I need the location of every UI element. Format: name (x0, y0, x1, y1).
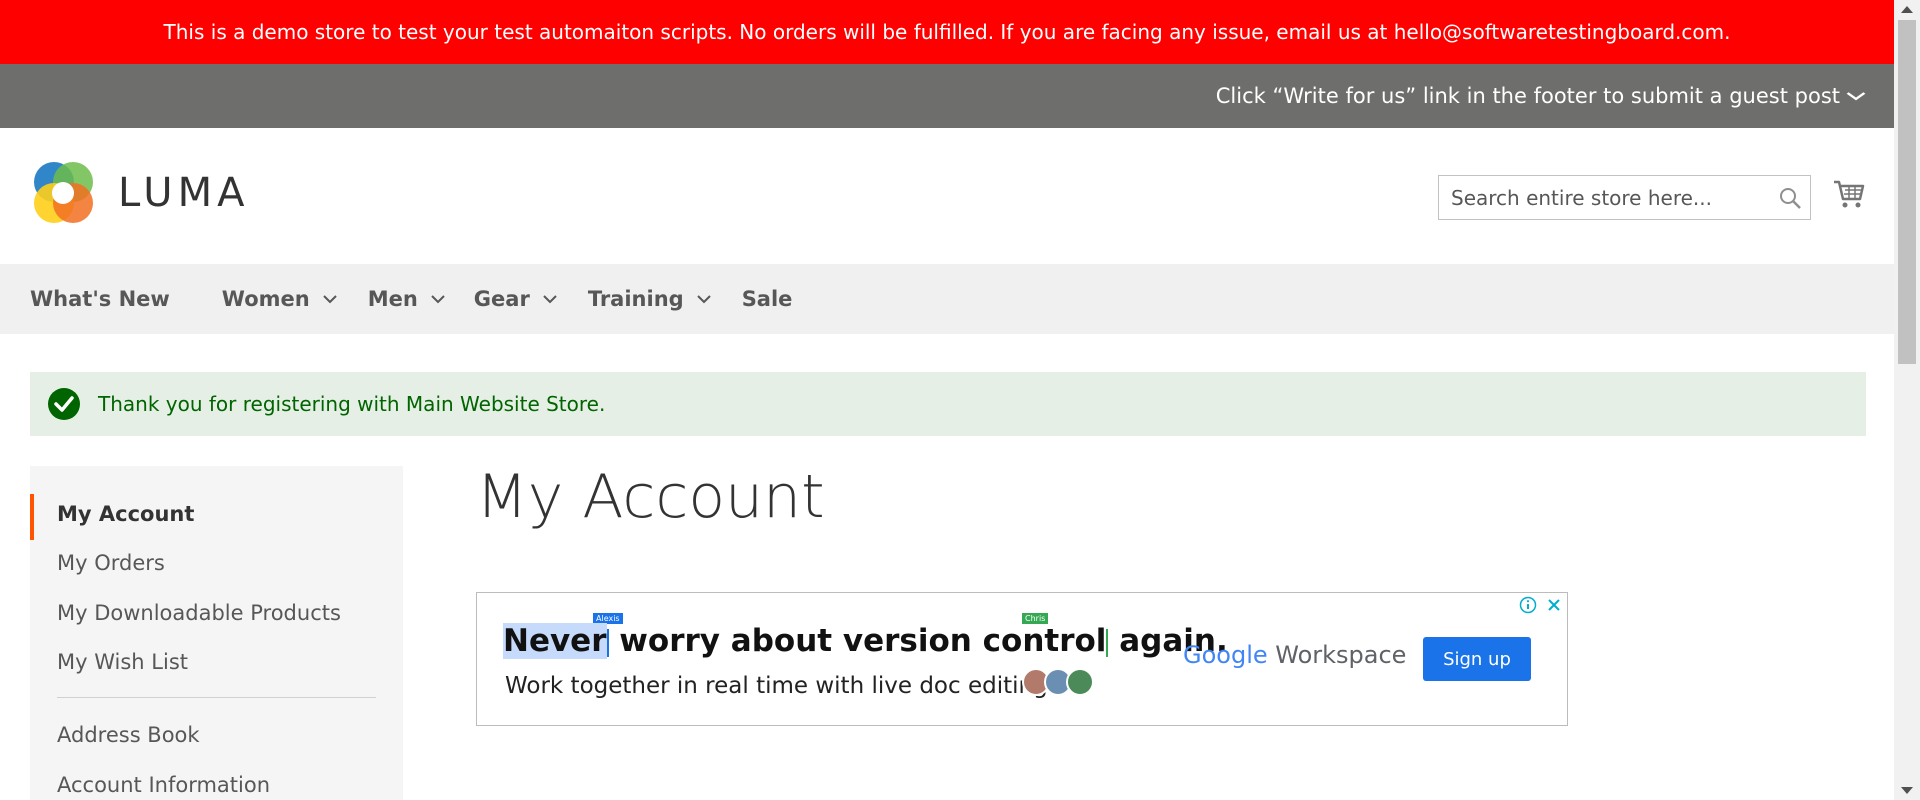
chevron-down-icon (543, 295, 557, 304)
chevron-down-icon[interactable] (1845, 91, 1867, 101)
search-box[interactable] (1438, 175, 1811, 220)
main-nav: What's New Women Men Gear Training Sale (0, 264, 1894, 334)
nav-label[interactable]: Sale (742, 287, 793, 311)
sidebar-item-wish-list[interactable]: My Wish List (57, 650, 188, 674)
message-text: Thank you for registering with Main Webs… (98, 392, 606, 416)
nav-item-training[interactable]: Training (588, 287, 712, 311)
ad-headline-rest: worry about version control (608, 623, 1107, 659)
nav-label[interactable]: Men (368, 287, 418, 311)
chevron-down-icon (322, 295, 337, 304)
nav-item-women[interactable]: Women (222, 287, 338, 311)
promo-bar[interactable]: Click “Write for us” link in the footer … (0, 64, 1894, 128)
success-message: Thank you for registering with Main Webs… (30, 372, 1866, 436)
nav-label[interactable]: Women (222, 287, 310, 311)
chevron-down-icon (431, 295, 445, 304)
ad-headline-highlight: Never (503, 623, 607, 659)
google-workspace-logo[interactable]: Google Workspace (1183, 641, 1406, 669)
nav-label[interactable]: Gear (474, 287, 530, 311)
ad-avatars (1022, 668, 1094, 696)
cart-icon[interactable] (1832, 177, 1866, 211)
demo-store-banner: This is a demo store to test your test a… (0, 0, 1894, 64)
scroll-down-arrow-icon[interactable] (1901, 787, 1913, 794)
vertical-scrollbar[interactable] (1894, 0, 1920, 800)
sign-up-button[interactable]: Sign up (1423, 637, 1531, 681)
ad-banner[interactable]: Alexis Chris Never worry about version c… (476, 592, 1568, 726)
page: This is a demo store to test your test a… (0, 0, 1894, 800)
sidebar-item-account-information[interactable]: Account Information (57, 773, 270, 797)
avatar (1066, 668, 1094, 696)
ad-close-icon[interactable] (1545, 596, 1563, 614)
site-header: LUMA (0, 128, 1894, 264)
account-sidebar: My Account My Orders My Downloadable Pro… (30, 466, 403, 800)
demo-banner-text: This is a demo store to test your test a… (163, 20, 1731, 44)
google-wordmark: Google (1183, 641, 1268, 669)
scrollbar-thumb[interactable] (1898, 20, 1916, 364)
ad-headline[interactable]: Never worry about version control again. (503, 623, 1228, 659)
nav-item-sale[interactable]: Sale (742, 287, 793, 311)
nav-label[interactable]: What's New (30, 287, 170, 311)
chevron-down-icon (696, 295, 711, 304)
logo-link[interactable]: LUMA (30, 160, 249, 226)
sidebar-item-downloadable-products[interactable]: My Downloadable Products (57, 601, 341, 625)
nav-item-gear[interactable]: Gear (474, 287, 558, 311)
ad-subtext[interactable]: Work together in real time with live doc… (505, 673, 1055, 699)
sidebar-item-address-book[interactable]: Address Book (57, 723, 200, 747)
check-circle-icon (48, 388, 80, 420)
sidebar-item-my-orders[interactable]: My Orders (57, 551, 165, 575)
sidebar-item-my-account: My Account (57, 502, 195, 526)
promo-text[interactable]: Click “Write for us” link in the footer … (1216, 84, 1840, 108)
active-indicator (30, 494, 34, 540)
nav-item-men[interactable]: Men (368, 287, 446, 311)
page-title: My Account (476, 462, 825, 532)
scroll-up-arrow-icon[interactable] (1901, 6, 1913, 13)
logo-text: LUMA (118, 170, 250, 216)
search-input[interactable] (1439, 176, 1770, 219)
luma-logo-icon (34, 162, 93, 223)
search-icon[interactable] (1770, 178, 1810, 218)
workspace-wordmark: Workspace (1267, 641, 1407, 669)
nav-item-whats-new[interactable]: What's New (30, 287, 170, 311)
sidebar-divider (57, 697, 376, 698)
ad-info-icon[interactable] (1519, 596, 1537, 614)
nav-label[interactable]: Training (588, 287, 684, 311)
